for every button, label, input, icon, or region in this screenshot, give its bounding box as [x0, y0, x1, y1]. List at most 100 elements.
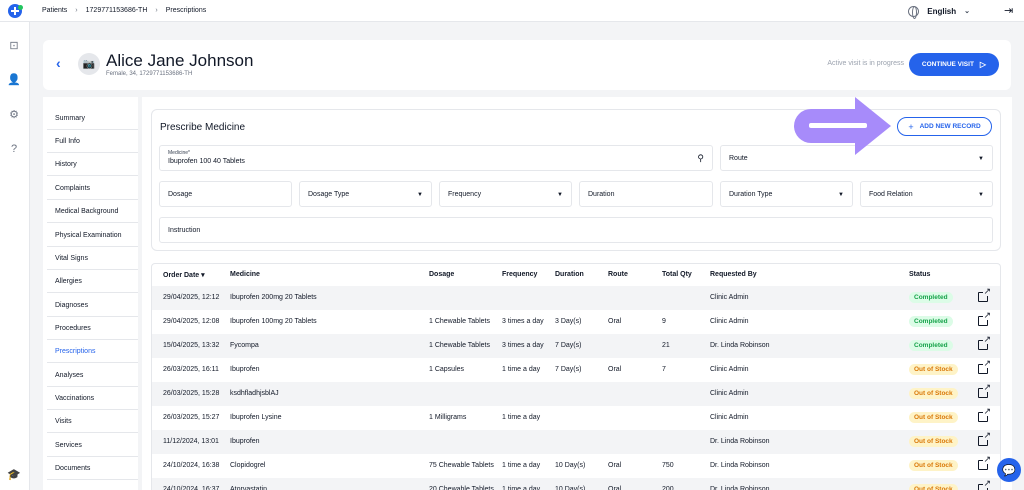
cell-date: 11/12/2024, 13:01: [163, 438, 219, 445]
sort-down-icon: ▾: [201, 272, 205, 279]
external-link-icon[interactable]: [978, 455, 991, 470]
cell-date: 29/04/2025, 12:08: [163, 318, 220, 325]
logout-icon[interactable]: ⇥: [1004, 6, 1016, 17]
table-row[interactable]: 29/04/2025, 12:08 Ibuprofen 100mg 20 Tabl…: [152, 310, 1000, 334]
cell-route: Oral: [608, 318, 622, 325]
cell-requested-by: Clinic Admin: [710, 414, 749, 421]
cell-date: 24/10/2024, 16:38: [163, 462, 220, 469]
column-label: Order Date: [163, 272, 200, 279]
menu-item-physical-examination[interactable]: Physical Examination: [47, 224, 138, 247]
top-bar: Patients › 1729771153686-TH › Prescripti…: [0, 0, 1024, 22]
table-row[interactable]: 24/10/2024, 16:37 Atorvastatin 20 Chewable…: [152, 478, 1000, 490]
menu-item-services[interactable]: Services: [47, 434, 138, 457]
breadcrumb-patient-id[interactable]: 1729771153686-TH: [86, 7, 148, 14]
chat-icon[interactable]: 💬: [997, 458, 1021, 482]
cell-dosage: 75 Chewable Tablets: [429, 462, 494, 469]
menu-item-medical-background[interactable]: Medical Background: [47, 200, 138, 223]
add-new-record-button[interactable]: + ADD NEW RECORD: [897, 117, 992, 136]
food-relation-select[interactable]: Food Relation ▼: [860, 181, 993, 207]
external-link-icon[interactable]: [978, 287, 991, 302]
user-icon[interactable]: 👤: [7, 72, 21, 86]
cell-dosage: 1 Capsules: [429, 366, 465, 373]
cell-date: 26/03/2025, 16:11: [163, 366, 219, 373]
cell-medicine: Atorvastatin: [230, 486, 267, 490]
continue-visit-button[interactable]: CONTINUE VISIT ▷: [909, 53, 999, 76]
menu-item-complaints[interactable]: Complaints: [47, 177, 138, 200]
menu-item-full-info[interactable]: Full Info: [47, 130, 138, 153]
cell-requested-by: Dr. Linda Robinson: [710, 438, 770, 445]
table-row[interactable]: 15/04/2025, 13:32 Fycompa 1 Chewable Table…: [152, 334, 1000, 358]
status-badge: Out of Stock: [909, 364, 958, 375]
cell-date: 15/04/2025, 13:32: [163, 342, 220, 349]
graduation-cap-icon[interactable]: 🎓: [7, 467, 21, 481]
external-link-icon[interactable]: [978, 359, 991, 374]
globe-icon: [908, 5, 920, 19]
external-link-icon[interactable]: [978, 431, 991, 446]
status-badge: Out of Stock: [909, 484, 958, 490]
menu-item-vital-signs[interactable]: Vital Signs: [47, 247, 138, 270]
breadcrumb-patients[interactable]: Patients: [42, 7, 67, 14]
cell-requested-by: Clinic Admin: [710, 294, 749, 301]
status-badge: Out of Stock: [909, 436, 958, 447]
dashboard-icon[interactable]: ⊡: [7, 38, 21, 52]
menu-item-prescriptions[interactable]: Prescriptions: [47, 340, 138, 363]
duration-input[interactable]: Duration: [579, 181, 713, 207]
breadcrumb-prescriptions: Prescriptions: [165, 7, 207, 14]
cell-medicine: Ibuprofen: [230, 438, 260, 445]
external-link-icon[interactable]: [978, 311, 991, 326]
menu-item-vaccinations[interactable]: Vaccinations: [47, 387, 138, 410]
table-row[interactable]: 26/03/2025, 15:28 ksdhfladhjsblAJ Clinic A…: [152, 382, 1000, 406]
dosage-type-select[interactable]: Dosage Type ▼: [299, 181, 432, 207]
menu-item-history[interactable]: History: [47, 153, 138, 176]
instruction-input[interactable]: Instruction: [159, 217, 993, 243]
cell-total-qty: 21: [662, 342, 670, 349]
medicine-input[interactable]: Medicine* Ibuprofen 100 40 Tablets ⚲: [159, 145, 713, 171]
camera-icon[interactable]: 📷: [78, 53, 100, 75]
menu-item-label: History: [55, 160, 77, 168]
add-new-record-label: ADD NEW RECORD: [919, 123, 981, 130]
app-logo[interactable]: [0, 0, 30, 22]
table-header: Order Date ▾ Medicine Dosage Frequency D…: [152, 264, 1000, 286]
help-icon[interactable]: ?: [7, 142, 21, 156]
menu-item-visits[interactable]: Visits: [47, 410, 138, 433]
search-icon[interactable]: ⚲: [697, 153, 704, 164]
gear-icon[interactable]: ⚙: [7, 107, 21, 121]
language-selector[interactable]: English ⌄: [908, 5, 970, 19]
duration-placeholder: Duration: [588, 190, 615, 198]
menu-item-summary[interactable]: Summary: [47, 107, 138, 130]
column-dosage: Dosage: [429, 271, 455, 278]
section-title: Prescribe Medicine: [160, 122, 246, 133]
cell-duration: 7 Day(s): [555, 366, 582, 373]
external-link-icon[interactable]: [978, 335, 991, 350]
menu-item-procedures[interactable]: Procedures: [47, 317, 138, 340]
cell-route: Oral: [608, 462, 622, 469]
duration-type-select[interactable]: Duration Type ▼: [720, 181, 853, 207]
menu-item-allergies[interactable]: Allergies: [47, 270, 138, 293]
table-row[interactable]: 24/10/2024, 16:38 Clopidogrel 75 Chewable …: [152, 454, 1000, 478]
menu-item-label: Vital Signs: [55, 254, 88, 262]
column-order-date[interactable]: Order Date ▾: [163, 271, 205, 279]
instruction-placeholder: Instruction: [168, 226, 201, 234]
cell-frequency: 1 time a day: [502, 462, 541, 469]
menu-item-documents[interactable]: Documents: [47, 457, 138, 480]
cell-requested-by: Dr. Linda Robinson: [710, 342, 770, 349]
menu-item-label: Vaccinations: [55, 394, 95, 402]
menu-item-label: Visits: [55, 417, 72, 425]
table-row[interactable]: 29/04/2025, 12:12 Ibuprofen 200mg 20 Tabl…: [152, 286, 1000, 310]
external-link-icon[interactable]: [978, 479, 991, 490]
cell-frequency: 3 times a day: [502, 318, 544, 325]
dosage-input[interactable]: Dosage: [159, 181, 292, 207]
external-link-icon[interactable]: [978, 407, 991, 422]
external-link-icon[interactable]: [978, 383, 991, 398]
language-label: English: [927, 6, 957, 16]
cell-duration: 10 Day(s): [555, 462, 586, 469]
table-row[interactable]: 26/03/2025, 15:27 Ibuprofen Lysine 1 Milli…: [152, 406, 1000, 430]
column-requested-by: Requested By: [710, 271, 757, 278]
table-row[interactable]: 26/03/2025, 16:11 Ibuprofen 1 Capsules 1 ti…: [152, 358, 1000, 382]
menu-item-diagnoses[interactable]: Diagnoses: [47, 294, 138, 317]
menu-item-analyses[interactable]: Analyses: [47, 364, 138, 387]
back-arrow-icon[interactable]: ‹: [56, 55, 61, 71]
table-row[interactable]: 11/12/2024, 13:01 Ibuprofen Dr. Linda Robi…: [152, 430, 1000, 454]
frequency-select[interactable]: Frequency ▼: [439, 181, 572, 207]
cell-duration: 3 Day(s): [555, 318, 582, 325]
